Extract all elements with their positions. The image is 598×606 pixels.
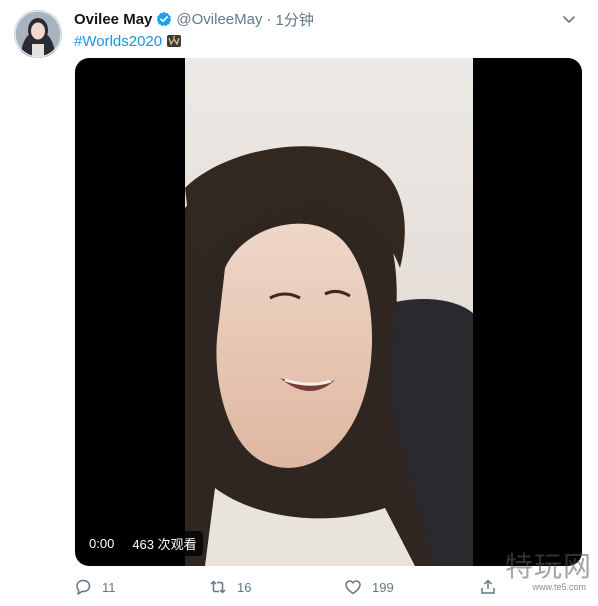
chevron-down-icon[interactable] <box>560 10 578 28</box>
video-elapsed-time: 0:00 <box>83 533 121 554</box>
watermark-logo-text: 特玩网 <box>504 550 592 583</box>
site-watermark: 特玩网 www.te5.com <box>500 550 592 593</box>
user-handle[interactable]: @OvileeMay <box>176 11 262 28</box>
video-player[interactable]: 0:00 463 次观看 <box>75 58 582 566</box>
tweet: Ovilee May @OvileeMay · 1分钟 #Worlds2020 <box>0 0 598 606</box>
video-view-count: 463 次观看 <box>126 531 203 556</box>
like-count: 199 <box>372 579 394 595</box>
reply-button[interactable]: 11 <box>74 578 209 596</box>
reply-count: 11 <box>102 579 116 595</box>
like-button[interactable]: 199 <box>344 578 479 596</box>
verified-badge-icon <box>156 11 172 27</box>
tweet-text: #Worlds2020 <box>74 30 182 52</box>
retweet-count: 16 <box>237 579 252 595</box>
hashtag-link[interactable]: #Worlds2020 <box>74 33 162 50</box>
video-frame <box>185 58 473 566</box>
retweet-button[interactable]: 16 <box>209 578 344 596</box>
retweet-icon <box>210 580 226 594</box>
tweet-timestamp[interactable]: 1分钟 <box>275 9 313 30</box>
reply-icon <box>76 579 91 595</box>
display-name[interactable]: Ovilee May <box>74 11 152 28</box>
separator-dot: · <box>266 10 272 28</box>
avatar-image <box>14 10 62 58</box>
tweet-header: Ovilee May @OvileeMay · 1分钟 <box>74 8 578 30</box>
tweet-actions: 11 16 199 <box>74 575 514 599</box>
avatar[interactable] <box>14 10 62 58</box>
video-still-image <box>185 58 473 566</box>
heart-icon <box>345 580 361 595</box>
share-icon <box>481 579 495 594</box>
video-overlay: 0:00 463 次观看 <box>83 531 203 556</box>
watermark-url: www.te5.com <box>532 582 586 592</box>
worlds-emblem-icon <box>166 33 182 49</box>
